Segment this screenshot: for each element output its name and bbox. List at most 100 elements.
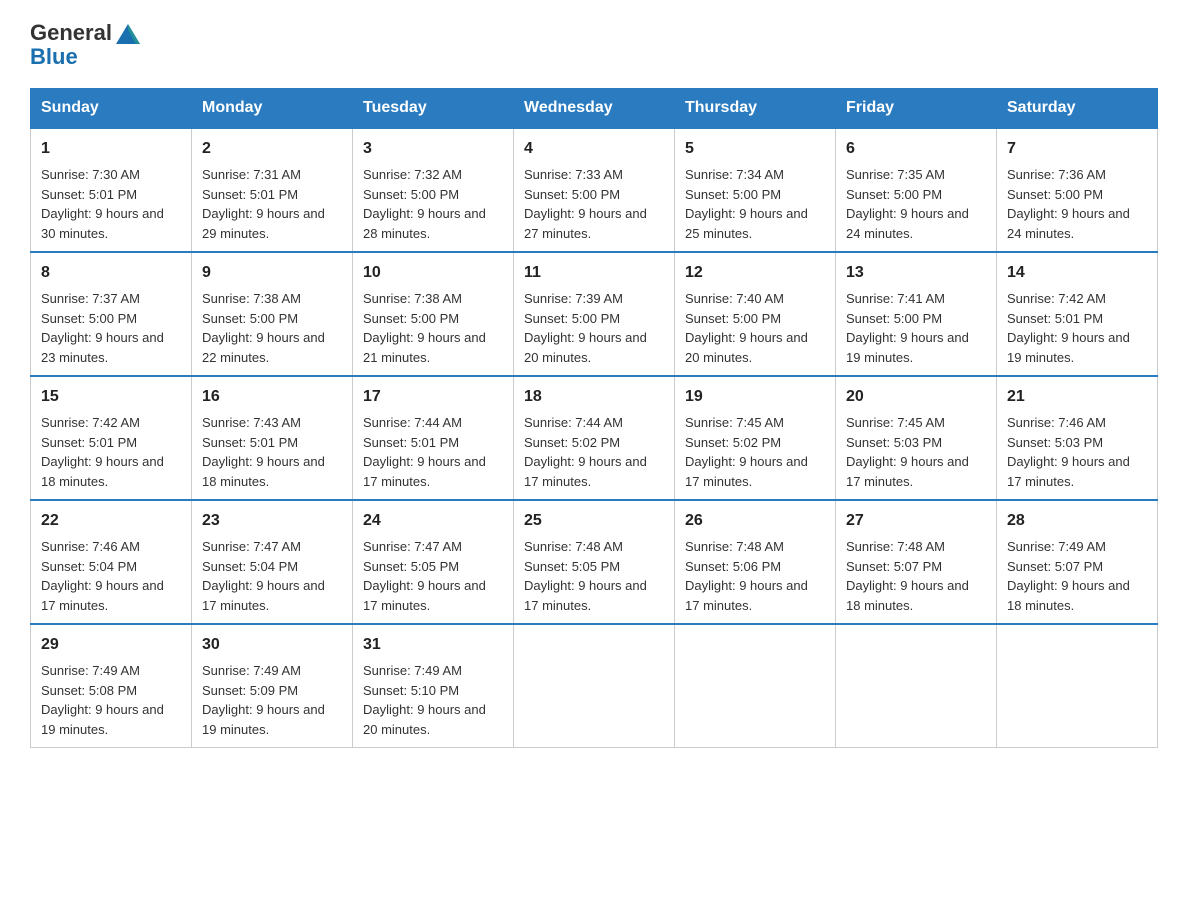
sunset-text: Sunset: 5:05 PM	[363, 559, 459, 574]
calendar-week-3: 15 Sunrise: 7:42 AM Sunset: 5:01 PM Dayl…	[31, 376, 1158, 500]
calendar-cell: 16 Sunrise: 7:43 AM Sunset: 5:01 PM Dayl…	[192, 376, 353, 500]
day-number: 1	[41, 137, 181, 161]
calendar-cell: 15 Sunrise: 7:42 AM Sunset: 5:01 PM Dayl…	[31, 376, 192, 500]
sunset-text: Sunset: 5:00 PM	[524, 311, 620, 326]
sunset-text: Sunset: 5:02 PM	[685, 435, 781, 450]
sunrise-text: Sunrise: 7:45 AM	[685, 415, 784, 430]
cell-content: 23 Sunrise: 7:47 AM Sunset: 5:04 PM Dayl…	[202, 509, 342, 615]
sunrise-text: Sunrise: 7:42 AM	[1007, 291, 1106, 306]
cell-content: 18 Sunrise: 7:44 AM Sunset: 5:02 PM Dayl…	[524, 385, 664, 491]
daylight-text: Daylight: 9 hours and 17 minutes.	[685, 454, 808, 489]
calendar-week-2: 8 Sunrise: 7:37 AM Sunset: 5:00 PM Dayli…	[31, 252, 1158, 376]
sunset-text: Sunset: 5:00 PM	[363, 311, 459, 326]
daylight-text: Daylight: 9 hours and 29 minutes.	[202, 206, 325, 241]
sunrise-text: Sunrise: 7:41 AM	[846, 291, 945, 306]
sunrise-text: Sunrise: 7:42 AM	[41, 415, 140, 430]
cell-content: 15 Sunrise: 7:42 AM Sunset: 5:01 PM Dayl…	[41, 385, 181, 491]
sunrise-text: Sunrise: 7:45 AM	[846, 415, 945, 430]
calendar-cell: 27 Sunrise: 7:48 AM Sunset: 5:07 PM Dayl…	[836, 500, 997, 624]
sunset-text: Sunset: 5:01 PM	[1007, 311, 1103, 326]
calendar-cell	[675, 624, 836, 748]
calendar-cell: 2 Sunrise: 7:31 AM Sunset: 5:01 PM Dayli…	[192, 128, 353, 252]
calendar-cell: 20 Sunrise: 7:45 AM Sunset: 5:03 PM Dayl…	[836, 376, 997, 500]
calendar-cell: 3 Sunrise: 7:32 AM Sunset: 5:00 PM Dayli…	[353, 128, 514, 252]
daylight-text: Daylight: 9 hours and 30 minutes.	[41, 206, 164, 241]
calendar-cell: 8 Sunrise: 7:37 AM Sunset: 5:00 PM Dayli…	[31, 252, 192, 376]
sunrise-text: Sunrise: 7:44 AM	[363, 415, 462, 430]
sunrise-text: Sunrise: 7:47 AM	[363, 539, 462, 554]
day-number: 4	[524, 137, 664, 161]
calendar-cell: 5 Sunrise: 7:34 AM Sunset: 5:00 PM Dayli…	[675, 128, 836, 252]
sunrise-text: Sunrise: 7:32 AM	[363, 167, 462, 182]
calendar-cell: 26 Sunrise: 7:48 AM Sunset: 5:06 PM Dayl…	[675, 500, 836, 624]
cell-content: 27 Sunrise: 7:48 AM Sunset: 5:07 PM Dayl…	[846, 509, 986, 615]
weekday-header-wednesday: Wednesday	[514, 89, 675, 129]
sunset-text: Sunset: 5:01 PM	[202, 435, 298, 450]
cell-content: 1 Sunrise: 7:30 AM Sunset: 5:01 PM Dayli…	[41, 137, 181, 243]
day-number: 31	[363, 633, 503, 657]
calendar-week-1: 1 Sunrise: 7:30 AM Sunset: 5:01 PM Dayli…	[31, 128, 1158, 252]
sunrise-text: Sunrise: 7:31 AM	[202, 167, 301, 182]
calendar-cell: 18 Sunrise: 7:44 AM Sunset: 5:02 PM Dayl…	[514, 376, 675, 500]
sunset-text: Sunset: 5:00 PM	[685, 311, 781, 326]
sunset-text: Sunset: 5:06 PM	[685, 559, 781, 574]
sunrise-text: Sunrise: 7:36 AM	[1007, 167, 1106, 182]
day-number: 23	[202, 509, 342, 533]
cell-content: 12 Sunrise: 7:40 AM Sunset: 5:00 PM Dayl…	[685, 261, 825, 367]
day-number: 22	[41, 509, 181, 533]
cell-content: 24 Sunrise: 7:47 AM Sunset: 5:05 PM Dayl…	[363, 509, 503, 615]
daylight-text: Daylight: 9 hours and 24 minutes.	[846, 206, 969, 241]
sunset-text: Sunset: 5:00 PM	[1007, 187, 1103, 202]
calendar-cell: 19 Sunrise: 7:45 AM Sunset: 5:02 PM Dayl…	[675, 376, 836, 500]
day-number: 29	[41, 633, 181, 657]
calendar-cell: 25 Sunrise: 7:48 AM Sunset: 5:05 PM Dayl…	[514, 500, 675, 624]
daylight-text: Daylight: 9 hours and 19 minutes.	[1007, 330, 1130, 365]
day-number: 30	[202, 633, 342, 657]
day-number: 26	[685, 509, 825, 533]
cell-content: 13 Sunrise: 7:41 AM Sunset: 5:00 PM Dayl…	[846, 261, 986, 367]
day-number: 13	[846, 261, 986, 285]
weekday-header-thursday: Thursday	[675, 89, 836, 129]
daylight-text: Daylight: 9 hours and 23 minutes.	[41, 330, 164, 365]
day-number: 12	[685, 261, 825, 285]
cell-content: 25 Sunrise: 7:48 AM Sunset: 5:05 PM Dayl…	[524, 509, 664, 615]
cell-content: 8 Sunrise: 7:37 AM Sunset: 5:00 PM Dayli…	[41, 261, 181, 367]
daylight-text: Daylight: 9 hours and 22 minutes.	[202, 330, 325, 365]
sunset-text: Sunset: 5:01 PM	[41, 187, 137, 202]
day-number: 14	[1007, 261, 1147, 285]
calendar-cell: 7 Sunrise: 7:36 AM Sunset: 5:00 PM Dayli…	[997, 128, 1158, 252]
calendar-cell: 28 Sunrise: 7:49 AM Sunset: 5:07 PM Dayl…	[997, 500, 1158, 624]
daylight-text: Daylight: 9 hours and 18 minutes.	[846, 578, 969, 613]
daylight-text: Daylight: 9 hours and 17 minutes.	[524, 578, 647, 613]
day-number: 2	[202, 137, 342, 161]
sunset-text: Sunset: 5:02 PM	[524, 435, 620, 450]
day-number: 27	[846, 509, 986, 533]
sunset-text: Sunset: 5:01 PM	[363, 435, 459, 450]
weekday-header-tuesday: Tuesday	[353, 89, 514, 129]
day-number: 15	[41, 385, 181, 409]
calendar-cell: 30 Sunrise: 7:49 AM Sunset: 5:09 PM Dayl…	[192, 624, 353, 748]
cell-content: 29 Sunrise: 7:49 AM Sunset: 5:08 PM Dayl…	[41, 633, 181, 739]
cell-content: 11 Sunrise: 7:39 AM Sunset: 5:00 PM Dayl…	[524, 261, 664, 367]
sunrise-text: Sunrise: 7:38 AM	[202, 291, 301, 306]
sunrise-text: Sunrise: 7:48 AM	[524, 539, 623, 554]
sunrise-text: Sunrise: 7:35 AM	[846, 167, 945, 182]
daylight-text: Daylight: 9 hours and 19 minutes.	[202, 702, 325, 737]
cell-content: 20 Sunrise: 7:45 AM Sunset: 5:03 PM Dayl…	[846, 385, 986, 491]
calendar-cell: 6 Sunrise: 7:35 AM Sunset: 5:00 PM Dayli…	[836, 128, 997, 252]
daylight-text: Daylight: 9 hours and 18 minutes.	[1007, 578, 1130, 613]
daylight-text: Daylight: 9 hours and 18 minutes.	[202, 454, 325, 489]
sunrise-text: Sunrise: 7:39 AM	[524, 291, 623, 306]
day-number: 6	[846, 137, 986, 161]
sunrise-text: Sunrise: 7:49 AM	[41, 663, 140, 678]
logo-icon	[114, 20, 142, 48]
calendar-cell: 12 Sunrise: 7:40 AM Sunset: 5:00 PM Dayl…	[675, 252, 836, 376]
calendar-cell: 21 Sunrise: 7:46 AM Sunset: 5:03 PM Dayl…	[997, 376, 1158, 500]
sunset-text: Sunset: 5:07 PM	[846, 559, 942, 574]
sunrise-text: Sunrise: 7:48 AM	[846, 539, 945, 554]
calendar-cell: 14 Sunrise: 7:42 AM Sunset: 5:01 PM Dayl…	[997, 252, 1158, 376]
day-number: 24	[363, 509, 503, 533]
sunset-text: Sunset: 5:04 PM	[202, 559, 298, 574]
daylight-text: Daylight: 9 hours and 17 minutes.	[202, 578, 325, 613]
cell-content: 26 Sunrise: 7:48 AM Sunset: 5:06 PM Dayl…	[685, 509, 825, 615]
